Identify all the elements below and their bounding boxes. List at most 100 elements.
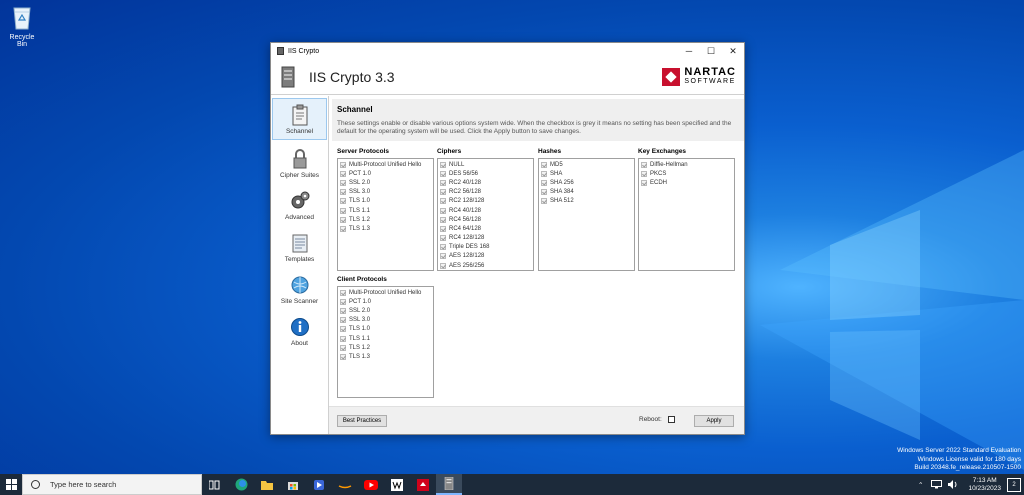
list-item[interactable]: SSL 2.0: [338, 178, 433, 187]
taskbar-clock[interactable]: 7:13 AM 10/23/2023: [968, 477, 1001, 493]
checkbox[interactable]: [440, 198, 446, 205]
ciphers-list[interactable]: NULL DES 56/56 RC2 40/128 RC2 56/128 RC2 128…: [437, 158, 534, 271]
volume-icon[interactable]: [948, 480, 959, 489]
list-item[interactable]: SHA 384: [539, 188, 634, 197]
taskbar-search-box[interactable]: Type here to search: [22, 474, 202, 495]
list-item[interactable]: SHA: [539, 169, 634, 178]
list-item[interactable]: DES 56/56: [438, 169, 533, 178]
checkbox[interactable]: [340, 307, 346, 314]
checkbox[interactable]: [340, 161, 346, 168]
checkbox[interactable]: [340, 198, 346, 205]
checkbox[interactable]: [641, 170, 647, 177]
checkbox[interactable]: [340, 335, 346, 342]
checkbox[interactable]: [440, 161, 446, 168]
list-item[interactable]: RC2 40/128: [438, 178, 533, 187]
list-item[interactable]: RC2 56/128: [438, 188, 533, 197]
notification-center-button[interactable]: 2: [1007, 477, 1021, 492]
sidebar-item-site-scanner[interactable]: Site Scanner: [271, 268, 328, 310]
apply-button[interactable]: Apply: [694, 415, 734, 427]
server-protocols-list[interactable]: Multi-Protocol Unified Hello PCT 1.0 SSL 2…: [337, 158, 434, 271]
checkbox[interactable]: [440, 235, 446, 242]
sidebar-item-about[interactable]: About: [271, 310, 328, 352]
list-item[interactable]: RC4 40/128: [438, 206, 533, 215]
checkbox[interactable]: [440, 225, 446, 232]
checkbox[interactable]: [340, 179, 346, 186]
list-item[interactable]: AES 128/128: [438, 252, 533, 261]
list-item[interactable]: TLS 1.1: [338, 206, 433, 215]
maximize-button[interactable]: ☐: [700, 43, 722, 59]
checkbox[interactable]: [340, 225, 346, 232]
list-item[interactable]: RC2 128/128: [438, 197, 533, 206]
checkbox[interactable]: [541, 161, 547, 168]
checkbox[interactable]: [340, 326, 346, 333]
checkbox[interactable]: [541, 170, 547, 177]
best-practices-button[interactable]: Best Practices: [337, 415, 387, 427]
taskbar-red-app[interactable]: [410, 474, 436, 495]
taskbar-store[interactable]: [280, 474, 306, 495]
checkbox[interactable]: [340, 207, 346, 214]
list-item[interactable]: Diffie-Hellman: [639, 160, 734, 169]
checkbox[interactable]: [440, 189, 446, 196]
minimize-button[interactable]: ─: [678, 43, 700, 59]
list-item[interactable]: Multi-Protocol Unified Hello: [338, 160, 433, 169]
checkbox[interactable]: [541, 198, 547, 205]
list-item[interactable]: PKCS: [639, 169, 734, 178]
key-exchanges-list[interactable]: Diffie-Hellman PKCS ECDH: [638, 158, 735, 271]
window-titlebar[interactable]: IIS Crypto ─ ☐ ✕: [271, 43, 744, 59]
checkbox[interactable]: [641, 179, 647, 186]
checkbox[interactable]: [440, 253, 446, 260]
list-item[interactable]: TLS 1.0: [338, 325, 433, 334]
network-icon[interactable]: [931, 480, 943, 489]
list-item[interactable]: TLS 1.1: [338, 334, 433, 343]
task-view-button[interactable]: [202, 474, 228, 495]
list-item[interactable]: TLS 1.2: [338, 343, 433, 352]
list-item[interactable]: ECDH: [639, 178, 734, 187]
hashes-list[interactable]: MD5 SHA SHA 256 SHA 384 SHA 512: [538, 158, 635, 271]
taskbar-wikipedia[interactable]: [384, 474, 410, 495]
checkbox[interactable]: [440, 170, 446, 177]
taskbar-amazon[interactable]: [332, 474, 358, 495]
sidebar-item-schannel[interactable]: Schannel: [272, 98, 327, 140]
list-item[interactable]: RC4 56/128: [438, 215, 533, 224]
checkbox[interactable]: [340, 353, 346, 360]
checkbox[interactable]: [440, 207, 446, 214]
list-item[interactable]: TLS 1.3: [338, 224, 433, 233]
list-item[interactable]: SHA 512: [539, 197, 634, 206]
list-item[interactable]: NULL: [438, 160, 533, 169]
list-item[interactable]: TLS 1.0: [338, 197, 433, 206]
recycle-bin-shortcut[interactable]: Recycle Bin: [4, 4, 40, 48]
checkbox[interactable]: [541, 189, 547, 196]
list-item[interactable]: RC4 128/128: [438, 234, 533, 243]
sidebar-item-cipher-suites[interactable]: Cipher Suites: [271, 142, 328, 184]
list-item[interactable]: PCT 1.0: [338, 297, 433, 306]
taskbar-media-app[interactable]: [306, 474, 332, 495]
sidebar-item-templates[interactable]: Templates: [271, 226, 328, 268]
start-button[interactable]: [0, 474, 22, 495]
list-item[interactable]: SHA 256: [539, 178, 634, 187]
list-item[interactable]: RC4 64/128: [438, 224, 533, 233]
checkbox[interactable]: [340, 170, 346, 177]
list-item[interactable]: Multi-Protocol Unified Hello: [338, 288, 433, 297]
checkbox[interactable]: [340, 216, 346, 223]
checkbox[interactable]: [440, 216, 446, 223]
checkbox[interactable]: [340, 317, 346, 324]
taskbar-iis-crypto[interactable]: [436, 474, 462, 495]
taskbar-edge[interactable]: [228, 474, 254, 495]
list-item[interactable]: PCT 1.0: [338, 169, 433, 178]
list-item[interactable]: Triple DES 168: [438, 243, 533, 252]
checkbox[interactable]: [340, 289, 346, 296]
close-button[interactable]: ✕: [722, 43, 744, 59]
taskbar-file-explorer[interactable]: [254, 474, 280, 495]
checkbox[interactable]: [440, 179, 446, 186]
checkbox[interactable]: [340, 344, 346, 351]
checkbox[interactable]: [340, 298, 346, 305]
checkbox[interactable]: [641, 161, 647, 168]
list-item[interactable]: SSL 3.0: [338, 188, 433, 197]
chevron-up-icon[interactable]: ⌃: [918, 481, 923, 489]
reboot-checkbox[interactable]: [667, 416, 675, 423]
list-item[interactable]: AES 256/256: [438, 261, 533, 270]
taskbar-youtube[interactable]: [358, 474, 384, 495]
checkbox[interactable]: [440, 244, 446, 251]
client-protocols-list[interactable]: Multi-Protocol Unified Hello PCT 1.0 SSL 2…: [337, 286, 434, 398]
list-item[interactable]: SSL 2.0: [338, 306, 433, 315]
